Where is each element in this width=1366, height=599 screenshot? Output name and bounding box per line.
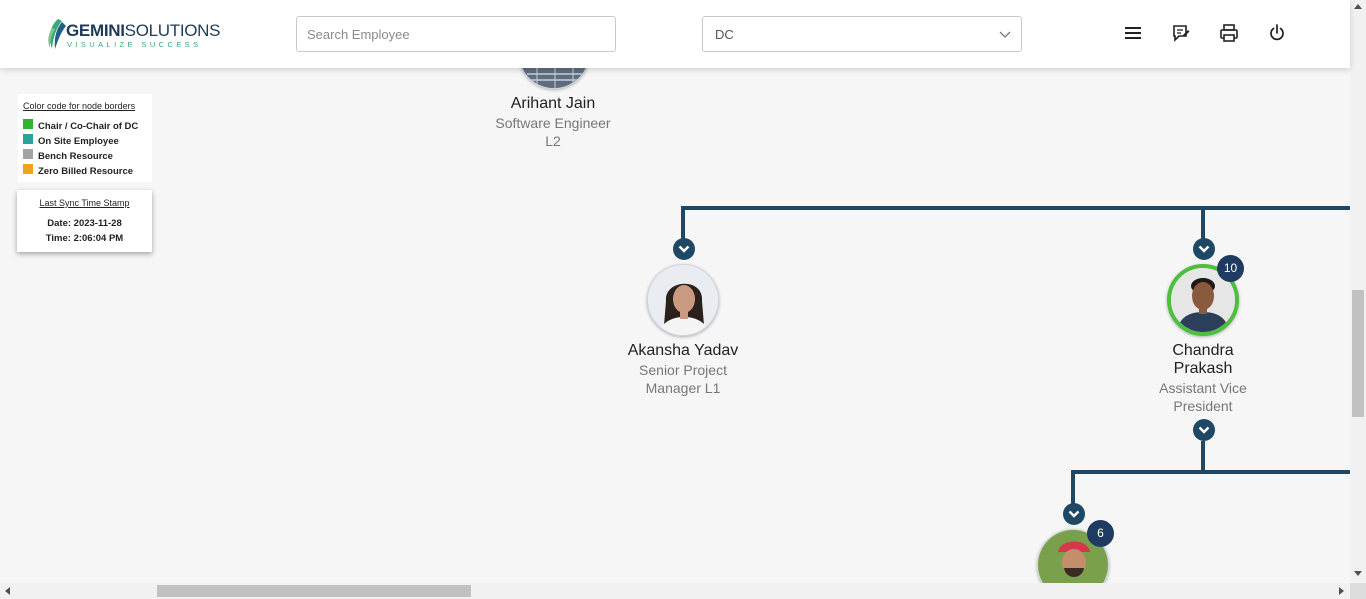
sync-date: Date: 2023-11-28 bbox=[47, 218, 122, 229]
print-icon bbox=[1220, 24, 1238, 42]
horizontal-scroll-thumb[interactable] bbox=[157, 585, 471, 597]
search-employee-input[interactable] bbox=[296, 16, 616, 52]
legend-item-chair: Chair / Co-Chair of DC bbox=[23, 119, 138, 133]
scroll-down-arrow[interactable] bbox=[1354, 571, 1362, 576]
logo-name: GEMINISOLUTIONS bbox=[66, 21, 221, 40]
scroll-right-arrow[interactable] bbox=[1339, 587, 1344, 595]
vertical-scroll-thumb[interactable] bbox=[1352, 290, 1364, 417]
node-name-chandra-1: Chandra bbox=[1172, 342, 1234, 359]
legend-item-bench: Bench Resource bbox=[23, 149, 113, 163]
connector-horizontal bbox=[1071, 470, 1350, 474]
feedback-button[interactable] bbox=[1170, 22, 1192, 44]
chevron-down-icon bbox=[999, 31, 1011, 38]
legend-item-onsite: On Site Employee bbox=[23, 134, 119, 148]
department-select-value: DC bbox=[715, 27, 734, 42]
reports-count-badge: 10 bbox=[1217, 255, 1244, 282]
node-title-chandra-1: Assistant Vice bbox=[1159, 380, 1247, 396]
print-button[interactable] bbox=[1218, 22, 1240, 44]
scroll-up-arrow[interactable] bbox=[1354, 4, 1362, 9]
scroll-left-arrow[interactable] bbox=[5, 587, 10, 595]
power-icon bbox=[1270, 24, 1284, 41]
feedback-icon bbox=[1173, 25, 1190, 42]
scrollbar-corner bbox=[1350, 583, 1366, 599]
legend-title: Color code for node borders bbox=[23, 101, 136, 111]
node-name-chandra-2: Prakash bbox=[1173, 360, 1233, 377]
node-title-chandra-2: President bbox=[1173, 398, 1233, 414]
legend-swatch bbox=[23, 164, 33, 174]
gemini-solutions-logo[interactable]: GEMINISOLUTIONS VISUALIZE SUCCESS bbox=[46, 16, 221, 52]
legend-item-zero-billed: Zero Billed Resource bbox=[23, 164, 133, 178]
node-title-akansha-2: Manager L1 bbox=[645, 380, 721, 396]
expand-child-button[interactable] bbox=[1063, 503, 1085, 525]
chevron-down-icon bbox=[1198, 426, 1210, 434]
person-photo bbox=[648, 265, 718, 335]
connector-vertical bbox=[1071, 470, 1075, 506]
legend-swatch bbox=[23, 134, 33, 144]
logout-button[interactable] bbox=[1266, 22, 1288, 44]
legend-swatch bbox=[23, 149, 33, 159]
chevron-down-icon bbox=[1068, 510, 1080, 518]
expand-akansha-button[interactable] bbox=[673, 238, 695, 260]
connector-vertical bbox=[681, 206, 685, 242]
node-title-arihant-1: Software Engineer bbox=[495, 115, 611, 131]
connector-horizontal bbox=[681, 206, 1350, 210]
department-select[interactable]: DC bbox=[702, 16, 1022, 52]
node-title-arihant-2: L2 bbox=[545, 133, 561, 149]
collapse-chandra-button[interactable] bbox=[1193, 419, 1215, 441]
node-name-arihant: Arihant Jain bbox=[510, 95, 596, 112]
legend-swatch bbox=[23, 119, 33, 129]
sync-title: Last Sync Time Stamp bbox=[39, 198, 130, 208]
app-header: GEMINISOLUTIONS VISUALIZE SUCCESS DC bbox=[0, 0, 1350, 68]
sync-time: Time: 2:06:04 PM bbox=[45, 233, 124, 244]
node-title-akansha-1: Senior Project bbox=[639, 362, 727, 378]
border-color-legend: Color code for node borders Chair / Co-C… bbox=[18, 94, 152, 182]
menu-button[interactable] bbox=[1122, 22, 1144, 44]
avatar-akansha-yadav[interactable] bbox=[647, 264, 719, 336]
node-name-akansha: Akansha Yadav bbox=[627, 342, 739, 359]
logo-tagline: VISUALIZE SUCCESS bbox=[67, 40, 202, 49]
last-sync-card: Last Sync Time Stamp Date: 2023-11-28 Ti… bbox=[17, 190, 152, 252]
leaf-logo-icon bbox=[48, 19, 66, 49]
reports-count-badge: 6 bbox=[1087, 520, 1114, 547]
chevron-down-icon bbox=[1198, 245, 1210, 253]
menu-icon bbox=[1125, 27, 1141, 39]
connector-vertical bbox=[1201, 206, 1205, 242]
chevron-down-icon bbox=[678, 245, 690, 253]
connector-vertical bbox=[1201, 441, 1205, 473]
expand-chandra-button[interactable] bbox=[1193, 238, 1215, 260]
